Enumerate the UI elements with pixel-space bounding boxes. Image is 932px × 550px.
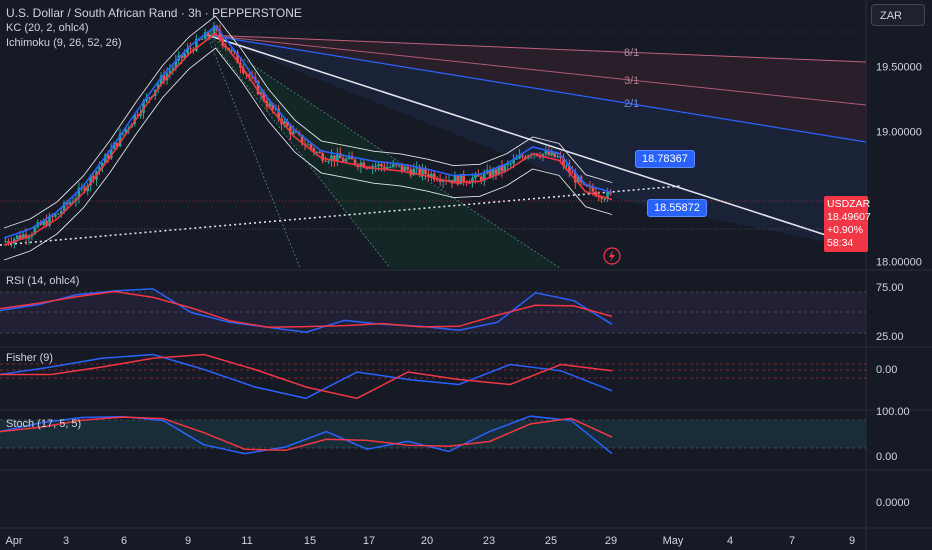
candle-body xyxy=(306,144,310,146)
candle-body xyxy=(388,167,392,169)
candle-body xyxy=(521,155,524,157)
candle-body xyxy=(365,167,369,169)
price-axis-tick: 19.50000 xyxy=(876,62,922,74)
time-axis-tick: May xyxy=(663,535,684,547)
rsi-pane-title[interactable]: RSI (14, ohlc4) xyxy=(6,275,79,287)
stoch-tick-0: 0.00 xyxy=(876,451,898,463)
candle-body xyxy=(403,166,407,171)
time-axis-tick: 29 xyxy=(605,535,617,547)
time-axis-tick: 6 xyxy=(121,535,127,547)
time-axis-tick: 23 xyxy=(483,535,495,547)
time-axis-tick: 20 xyxy=(421,535,433,547)
stoch-tick-100: 100.00 xyxy=(876,406,910,418)
chart-canvas[interactable]: 19.50000 19.00000 18.00000 Apr 3 6 9 11 15 17 20 23… xyxy=(0,0,932,550)
currency-button[interactable]: ZAR xyxy=(871,4,925,26)
upper-price-box[interactable]: 18.78367 xyxy=(635,150,695,168)
time-axis-tick: 17 xyxy=(363,535,375,547)
candle-body xyxy=(397,165,401,167)
candle-body xyxy=(344,158,348,162)
fisher-pane-title[interactable]: Fisher (9) xyxy=(6,352,53,364)
candle-body xyxy=(556,156,559,158)
time-axis-tick: 4 xyxy=(727,535,733,547)
ichimoku-indicator-label[interactable]: Ichimoku (9, 26, 52, 26) xyxy=(6,37,122,49)
candle-body xyxy=(318,151,322,154)
candle-body xyxy=(189,48,192,50)
candle-body xyxy=(565,165,568,167)
candle-body xyxy=(4,241,7,243)
time-axis-tick: 15 xyxy=(304,535,316,547)
price-axis-tick: 19.00000 xyxy=(876,127,922,139)
candle-body xyxy=(200,39,204,41)
candle-body xyxy=(503,165,507,171)
price-axis-tick: 18.00000 xyxy=(876,257,922,269)
rsi-tick-25: 25.00 xyxy=(876,331,904,343)
fan-label-2-1: 2/1 xyxy=(624,98,640,110)
price-tag-symbol: USDZAR xyxy=(827,198,871,210)
candle-body xyxy=(341,158,345,162)
lower-price-box[interactable]: 18.55872 xyxy=(647,199,707,217)
candle-body xyxy=(18,235,22,239)
candle-body xyxy=(327,160,330,162)
candle-body xyxy=(603,198,606,200)
candle-body xyxy=(321,153,324,161)
price-tag-countdown: 58:34 xyxy=(827,237,854,249)
candle-body xyxy=(406,166,410,170)
candle-body xyxy=(421,168,424,175)
candle-body xyxy=(230,50,233,52)
time-axis-tick: 11 xyxy=(241,535,252,547)
symbol-title: U.S. Dollar / South African Rand · 3h · … xyxy=(6,6,302,20)
stoch-band xyxy=(0,420,866,448)
candle-body xyxy=(380,164,383,167)
fan-label-3-1: 3/1 xyxy=(624,75,640,87)
fan-label-8-1: 8/1 xyxy=(624,47,640,59)
fisher-tick-0: 0.00 xyxy=(876,364,898,376)
candle-body xyxy=(377,164,380,167)
candle-body xyxy=(15,235,19,239)
time-axis-tick: 7 xyxy=(789,535,795,547)
time-axis-tick: Apr xyxy=(5,535,22,547)
rsi-tick-75: 75.00 xyxy=(876,282,904,294)
candle-body xyxy=(324,160,327,162)
candle-body xyxy=(494,169,498,174)
stoch-pane-title[interactable]: Stoch (17, 5, 5) xyxy=(6,418,81,430)
time-axis-tick: 3 xyxy=(63,535,69,547)
candle-body xyxy=(571,172,574,174)
candle-body xyxy=(468,182,471,184)
time-axis-tick: 25 xyxy=(545,535,557,547)
candle-body xyxy=(544,151,548,154)
candle-body xyxy=(374,166,377,168)
chart-root: 19.50000 19.00000 18.00000 Apr 3 6 9 11 15 17 20 23… xyxy=(0,0,932,550)
candle-body xyxy=(54,214,57,217)
current-price-tag: USDZAR 18.49607 +0.90% 58:34 xyxy=(824,196,871,252)
time-axis-tick: 9 xyxy=(185,535,191,547)
candle-body xyxy=(400,165,404,171)
kc-indicator-label[interactable]: KC (20, 2, ohlc4) xyxy=(6,22,89,34)
price-tag-price: 18.49607 xyxy=(827,211,871,223)
price-tag-change: +0.90% xyxy=(827,224,863,236)
candle-body xyxy=(57,213,60,215)
candle-body xyxy=(309,144,313,149)
candle-body xyxy=(148,97,151,99)
time-axis-tick: 9 xyxy=(849,535,855,547)
empty-pane-tick-0: 0.0000 xyxy=(876,497,910,509)
candle-body xyxy=(438,180,442,182)
candle-body xyxy=(391,164,395,168)
candle-body xyxy=(509,163,512,165)
candle-body xyxy=(394,164,398,166)
